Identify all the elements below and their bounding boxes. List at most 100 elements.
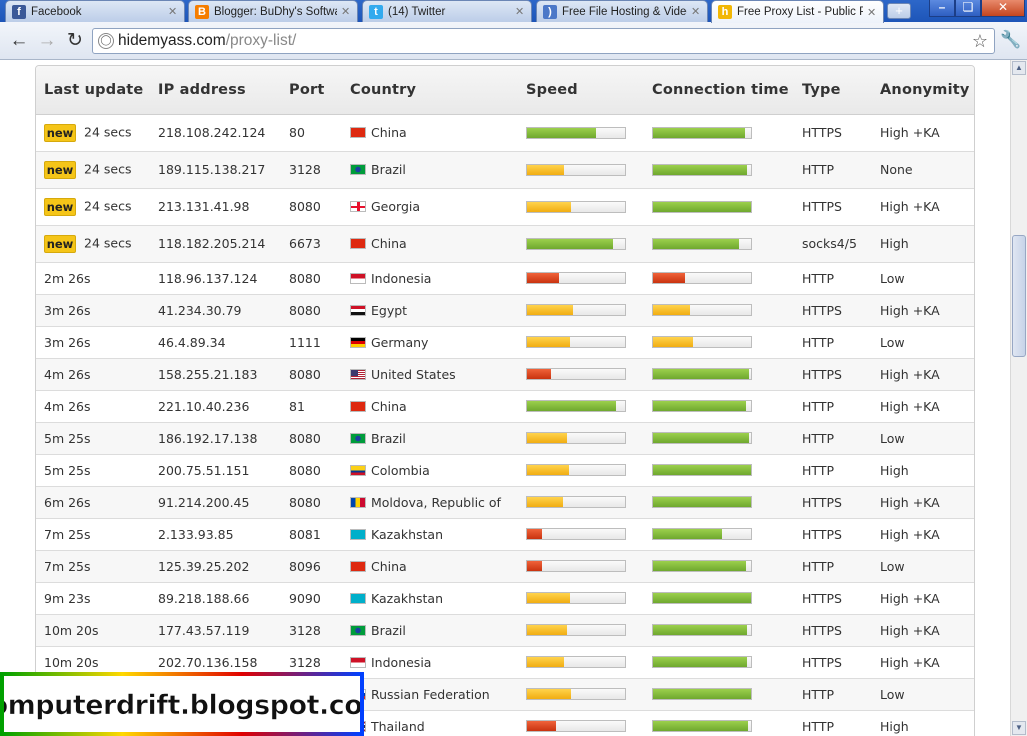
header-country[interactable]: Country <box>342 66 518 115</box>
last-update-text: 5m 25s <box>44 430 91 446</box>
header-type[interactable]: Type <box>794 66 872 115</box>
tab-loading[interactable]: ) Free File Hosting & Video D ✕ <box>536 0 708 22</box>
last-update-text: 2m 26s <box>44 270 91 286</box>
connection-time-bar-fill <box>653 657 748 667</box>
ip-address-cell: 189.115.138.217 <box>150 151 281 189</box>
tab-close-icon[interactable]: ✕ <box>691 5 701 18</box>
anonymity-cell: High +KA <box>872 390 974 423</box>
country-cell: Egypt <box>342 294 518 327</box>
scroll-up-arrow-icon[interactable]: ▲ <box>1012 61 1026 75</box>
country-name: Thailand <box>371 718 425 734</box>
country-cell: Thailand <box>342 710 518 736</box>
tab-close-icon[interactable]: ✕ <box>341 5 351 18</box>
connection-time-cell <box>644 262 794 295</box>
header-anonymity[interactable]: Anonymity <box>872 66 974 115</box>
header-ip-address[interactable]: IP address <box>150 66 281 115</box>
speed-cell <box>518 614 644 647</box>
tab-strip: f Facebook ✕ B Blogger: BuDhy's Software ✕ t (1… <box>0 0 1027 23</box>
last-update-text: 6m 26s <box>44 494 91 510</box>
header-speed[interactable]: Speed <box>518 66 644 115</box>
table-row[interactable]: 3m 26s 46.4.89.34 1111 Germany HTTP Low <box>36 326 974 359</box>
table-row[interactable]: 4m 26s 221.10.40.236 81 China HTTP High +KA <box>36 390 974 423</box>
address-bar[interactable]: ◯ hidemyass.com/proxy-list/ ☆ <box>92 28 995 54</box>
ip-address-cell: 118.182.205.214 <box>150 225 281 263</box>
ip-address-cell: 118.96.137.124 <box>150 262 281 295</box>
tab-close-icon[interactable]: ✕ <box>515 5 525 18</box>
loading-icon: ) <box>543 4 557 19</box>
table-header-row: Last update IP address Port Country Spee… <box>36 66 974 115</box>
country-cell: Brazil <box>342 151 518 189</box>
last-update-text: 7m 25s <box>44 558 91 574</box>
ip-address-cell: 46.4.89.34 <box>150 326 281 359</box>
connection-time-bar <box>652 400 752 412</box>
forward-arrow-icon[interactable]: → <box>36 30 58 52</box>
table-row[interactable]: 5m 25s 186.192.17.138 8080 Brazil HTTP Low <box>36 422 974 455</box>
speed-bar <box>526 432 626 444</box>
speed-bar-fill <box>527 164 565 175</box>
minimize-button[interactable]: – <box>929 0 955 17</box>
table-row[interactable]: 6m 26s 91.214.200.45 8080 Moldova, Republic… <box>36 486 974 519</box>
type-cell: HTTP <box>794 151 872 189</box>
header-connection-time[interactable]: Connection time <box>644 66 794 115</box>
table-row[interactable]: 2m 26s 118.96.137.124 8080 Indonesia HTTP Low <box>36 262 974 295</box>
last-update-cell: 3m 26s <box>36 326 150 359</box>
vertical-scrollbar[interactable]: ▲ ▼ <box>1010 60 1027 736</box>
table-row[interactable]: 3m 26s 41.234.30.79 8080 Egypt HTTPS High +KA <box>36 294 974 327</box>
wrench-icon[interactable]: 🔧 <box>1000 30 1021 50</box>
country-name: Germany <box>371 334 429 350</box>
bookmark-star-icon[interactable]: ☆ <box>972 31 988 52</box>
tab-twitter[interactable]: t (14) Twitter ✕ <box>362 0 532 22</box>
table-row[interactable]: 7m 25s 2.133.93.85 8081 Kazakhstan HTTPS High… <box>36 518 974 551</box>
type-cell: HTTP <box>794 550 872 583</box>
connection-time-bar-fill <box>653 369 750 379</box>
maximize-button[interactable]: ❏ <box>955 0 981 17</box>
close-window-button[interactable]: ✕ <box>981 0 1025 17</box>
scrollbar-thumb[interactable] <box>1012 235 1026 357</box>
table-row[interactable]: 9m 23s 89.218.188.66 9090 Kazakhstan HTTPS Hi… <box>36 582 974 615</box>
table-row[interactable]: new 24 secs 213.131.41.98 8080 Georgia HTTPS H… <box>36 188 974 226</box>
speed-bar <box>526 720 626 732</box>
port-cell: 9090 <box>281 582 342 615</box>
back-arrow-icon[interactable]: ← <box>8 30 30 52</box>
watermark-text: computerdrift.blogspot.com <box>4 690 360 721</box>
reload-icon[interactable]: ↻ <box>64 30 86 52</box>
country-cell: Kazakhstan <box>342 518 518 551</box>
speed-bar <box>526 237 626 250</box>
speed-bar-fill <box>527 529 542 539</box>
connection-time-bar-fill <box>653 689 751 699</box>
speed-bar <box>526 400 626 412</box>
last-update-cell: 9m 23s <box>36 582 150 615</box>
last-update-cell: 4m 26s <box>36 390 150 423</box>
tab-facebook[interactable]: f Facebook ✕ <box>5 0 185 22</box>
blogger-icon: B <box>195 4 209 19</box>
anonymity-cell: None <box>872 151 974 189</box>
new-tab-button[interactable]: + <box>887 3 911 19</box>
last-update-cell: 10m 20s <box>36 614 150 647</box>
ip-address-cell: 177.43.57.119 <box>150 614 281 647</box>
cn-flag-icon <box>350 400 366 412</box>
tab-close-icon[interactable]: ✕ <box>168 5 178 18</box>
port-cell: 6673 <box>281 225 342 263</box>
scroll-down-arrow-icon[interactable]: ▼ <box>1012 721 1026 735</box>
tab-hidemyass[interactable]: h Free Proxy List - Public Pro ✕ <box>711 0 884 23</box>
table-row[interactable]: 7m 25s 125.39.25.202 8096 China HTTP Low <box>36 550 974 583</box>
kz-flag-icon <box>350 592 366 604</box>
connection-time-bar <box>652 272 752 284</box>
table-row[interactable]: 4m 26s 158.255.21.183 8080 United States HTT… <box>36 358 974 391</box>
table-row[interactable]: 10m 20s 177.43.57.119 3128 Brazil HTTPS High … <box>36 614 974 647</box>
connection-time-bar <box>652 126 752 139</box>
port-cell: 3128 <box>281 614 342 647</box>
table-row[interactable]: new 24 secs 218.108.242.124 80 China HTTPS Hig… <box>36 114 974 152</box>
table-row[interactable]: new 24 secs 118.182.205.214 6673 China socks4… <box>36 225 974 263</box>
last-update-text: 24 secs <box>84 161 132 176</box>
ip-address-cell: 2.133.93.85 <box>150 518 281 551</box>
table-row[interactable]: new 24 secs 189.115.138.217 3128 Brazil HTTP N… <box>36 151 974 189</box>
country-name: Kazakhstan <box>371 526 444 542</box>
table-row[interactable]: 5m 25s 200.75.51.151 8080 Colombia HTTP High <box>36 454 974 487</box>
connection-time-cell <box>644 582 794 615</box>
tab-blogger[interactable]: B Blogger: BuDhy's Software ✕ <box>188 0 358 22</box>
header-port[interactable]: Port <box>281 66 342 115</box>
speed-cell <box>518 262 644 295</box>
header-last-update[interactable]: Last update <box>36 66 150 115</box>
tab-close-icon[interactable]: ✕ <box>867 6 877 19</box>
